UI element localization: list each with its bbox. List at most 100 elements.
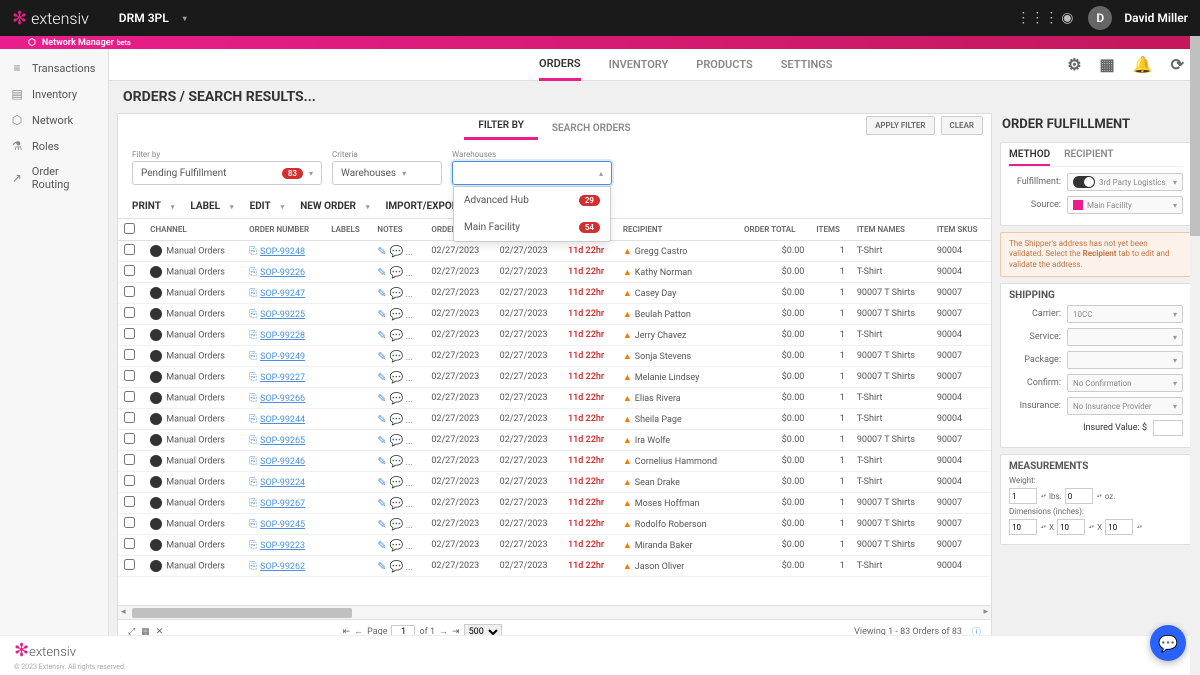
sidebar-item[interactable]: ≡Transactions (0, 55, 108, 81)
order-link[interactable]: SOP-99223 (260, 541, 305, 551)
orders-table-wrap[interactable]: CHANNELORDER NUMBERLABELSNOTESORDER DATE… (118, 219, 991, 605)
sidebar-item[interactable]: ↗Order Routing (0, 159, 108, 197)
order-link[interactable]: SOP-99225 (260, 310, 305, 320)
edit-icon[interactable]: ✎ (377, 308, 386, 321)
dim-w-input[interactable] (1057, 519, 1085, 535)
row-checkbox[interactable] (124, 286, 135, 297)
order-link[interactable]: SOP-99245 (260, 520, 305, 530)
comment-icon[interactable]: 💬 (390, 287, 404, 300)
toolbar-print-button[interactable]: PRINT ▾ (132, 201, 174, 212)
insurance-select[interactable]: No Insurance Provider▾ (1067, 397, 1183, 415)
copy-icon[interactable]: ⎘ (249, 414, 257, 425)
select-all-checkbox[interactable] (124, 223, 135, 234)
edit-icon[interactable]: ✎ (377, 329, 386, 342)
copy-icon[interactable]: ⎘ (249, 246, 257, 257)
copy-icon[interactable]: ⎘ (249, 351, 257, 362)
order-link[interactable]: SOP-99246 (260, 457, 305, 467)
order-link[interactable]: SOP-99227 (260, 373, 305, 383)
table-row[interactable]: Manual Orders ⎘SOP-99262 ✎💬 ... 02/27/20… (118, 556, 991, 577)
edit-icon[interactable]: ✎ (377, 434, 386, 447)
comment-icon[interactable]: 💬 (390, 266, 404, 279)
confirm-select[interactable]: No Confirmation▾ (1067, 374, 1183, 392)
fulfillment-select[interactable]: 3rd Party Logistics▾ (1067, 173, 1183, 191)
edit-icon[interactable]: ✎ (377, 371, 386, 384)
insured-value-input[interactable] (1153, 420, 1183, 436)
warehouse-option[interactable]: Main Facility54 (454, 214, 610, 241)
tab-filter-by[interactable]: FILTER BY (464, 120, 537, 140)
criteria-select[interactable]: Warehouses▾ (332, 161, 442, 185)
col-header[interactable]: ORDER TOTAL (738, 219, 810, 241)
comment-icon[interactable]: 💬 (390, 329, 404, 342)
warehouse-option[interactable]: Advanced Hub29 (454, 187, 610, 214)
col-header[interactable]: ITEM SKUS (931, 219, 991, 241)
row-checkbox[interactable] (124, 244, 135, 255)
edit-icon[interactable]: ✎ (377, 497, 386, 510)
comment-icon[interactable]: 💬 (390, 497, 404, 510)
sidebar-item[interactable]: ⚗Roles (0, 133, 108, 159)
source-select[interactable]: Main Facility▾ (1067, 196, 1183, 214)
comment-icon[interactable]: 💬 (390, 371, 404, 384)
table-row[interactable]: Manual Orders ⎘SOP-99266 ✎💬 ... 02/27/20… (118, 388, 991, 409)
order-link[interactable]: SOP-99226 (260, 268, 305, 278)
tab-method[interactable]: METHOD (1009, 149, 1050, 166)
dim-h-input[interactable] (1105, 519, 1133, 535)
spinner-icon[interactable]: ▴▾ (1041, 494, 1046, 499)
comment-icon[interactable]: 💬 (390, 518, 404, 531)
comment-icon[interactable]: 💬 (390, 392, 404, 405)
table-row[interactable]: Manual Orders ⎘SOP-99246 ✎💬 ... 02/27/20… (118, 451, 991, 472)
toolbar-label-button[interactable]: LABEL ▾ (190, 201, 233, 212)
table-row[interactable]: Manual Orders ⎘SOP-99224 ✎💬 ... 02/27/20… (118, 472, 991, 493)
toolbar-edit-button[interactable]: EDIT ▾ (250, 201, 285, 212)
apps-icon[interactable]: ⋮⋮⋮ (1028, 9, 1046, 27)
row-checkbox[interactable] (124, 391, 135, 402)
package-select[interactable]: ▾ (1067, 351, 1183, 369)
tab-search-orders[interactable]: SEARCH ORDERS (538, 123, 645, 140)
order-link[interactable]: SOP-99248 (260, 247, 305, 257)
edit-icon[interactable]: ✎ (377, 560, 386, 573)
horizontal-scrollbar[interactable]: ◂ ▸ (118, 605, 991, 619)
gear-icon[interactable]: ⚙ (1067, 55, 1081, 74)
tab-products[interactable]: PRODUCTS (696, 49, 752, 81)
copy-icon[interactable]: ⎘ (249, 393, 257, 404)
copy-icon[interactable]: ⎘ (249, 288, 257, 299)
table-row[interactable]: Manual Orders ⎘SOP-99226 ✎💬 ... 02/27/20… (118, 262, 991, 283)
apply-filter-button[interactable]: APPLY FILTER (866, 116, 934, 135)
copy-icon[interactable]: ⎘ (249, 519, 257, 530)
bell-icon[interactable]: 🔔 (1133, 55, 1153, 74)
vscroll-thumb[interactable] (1190, 36, 1200, 236)
copy-icon[interactable]: ⎘ (249, 498, 257, 509)
col-header[interactable]: ORDER NUMBER (243, 219, 325, 241)
weight-lbs-input[interactable] (1009, 488, 1037, 504)
row-checkbox[interactable] (124, 349, 135, 360)
col-header[interactable]: LABELS (325, 219, 371, 241)
copy-icon[interactable]: ⎘ (249, 561, 257, 572)
chat-bubble-button[interactable]: 💬 (1150, 625, 1186, 661)
col-header[interactable]: ITEM NAMES (851, 219, 931, 241)
table-row[interactable]: Manual Orders ⎘SOP-99223 ✎💬 ... 02/27/20… (118, 535, 991, 556)
edit-icon[interactable]: ✎ (377, 287, 386, 300)
weight-oz-input[interactable] (1065, 488, 1093, 504)
vertical-scrollbar[interactable] (1190, 36, 1200, 675)
table-row[interactable]: Manual Orders ⎘SOP-99249 ✎💬 ... 02/27/20… (118, 346, 991, 367)
row-checkbox[interactable] (124, 475, 135, 486)
order-link[interactable]: SOP-99228 (260, 331, 305, 341)
row-checkbox[interactable] (124, 370, 135, 381)
order-link[interactable]: SOP-99247 (260, 289, 305, 299)
table-row[interactable]: Manual Orders ⎘SOP-99267 ✎💬 ... 02/27/20… (118, 493, 991, 514)
order-link[interactable]: SOP-99249 (260, 352, 305, 362)
table-row[interactable]: Manual Orders ⎘SOP-99244 ✎💬 ... 02/27/20… (118, 409, 991, 430)
pink-banner[interactable]: ⬡ Network Managerbeta (0, 36, 1200, 49)
copy-icon[interactable]: ⎘ (249, 477, 257, 488)
col-header[interactable]: CHANNEL (144, 219, 243, 241)
table-row[interactable]: Manual Orders ⎘SOP-99225 ✎💬 ... 02/27/20… (118, 304, 991, 325)
comment-icon[interactable]: 💬 (390, 455, 404, 468)
edit-icon[interactable]: ✎ (377, 413, 386, 426)
tab-recipient[interactable]: RECIPIENT (1064, 149, 1113, 166)
col-header[interactable]: RECIPIENT (617, 219, 738, 241)
sidebar-item[interactable]: ⬡Network (0, 107, 108, 133)
order-link[interactable]: SOP-99244 (260, 415, 305, 425)
toolbar-new-order-button[interactable]: NEW ORDER ▾ (300, 201, 369, 212)
row-checkbox[interactable] (124, 433, 135, 444)
table-row[interactable]: Manual Orders ⎘SOP-99245 ✎💬 ... 02/27/20… (118, 514, 991, 535)
copy-icon[interactable]: ⎘ (249, 267, 257, 278)
